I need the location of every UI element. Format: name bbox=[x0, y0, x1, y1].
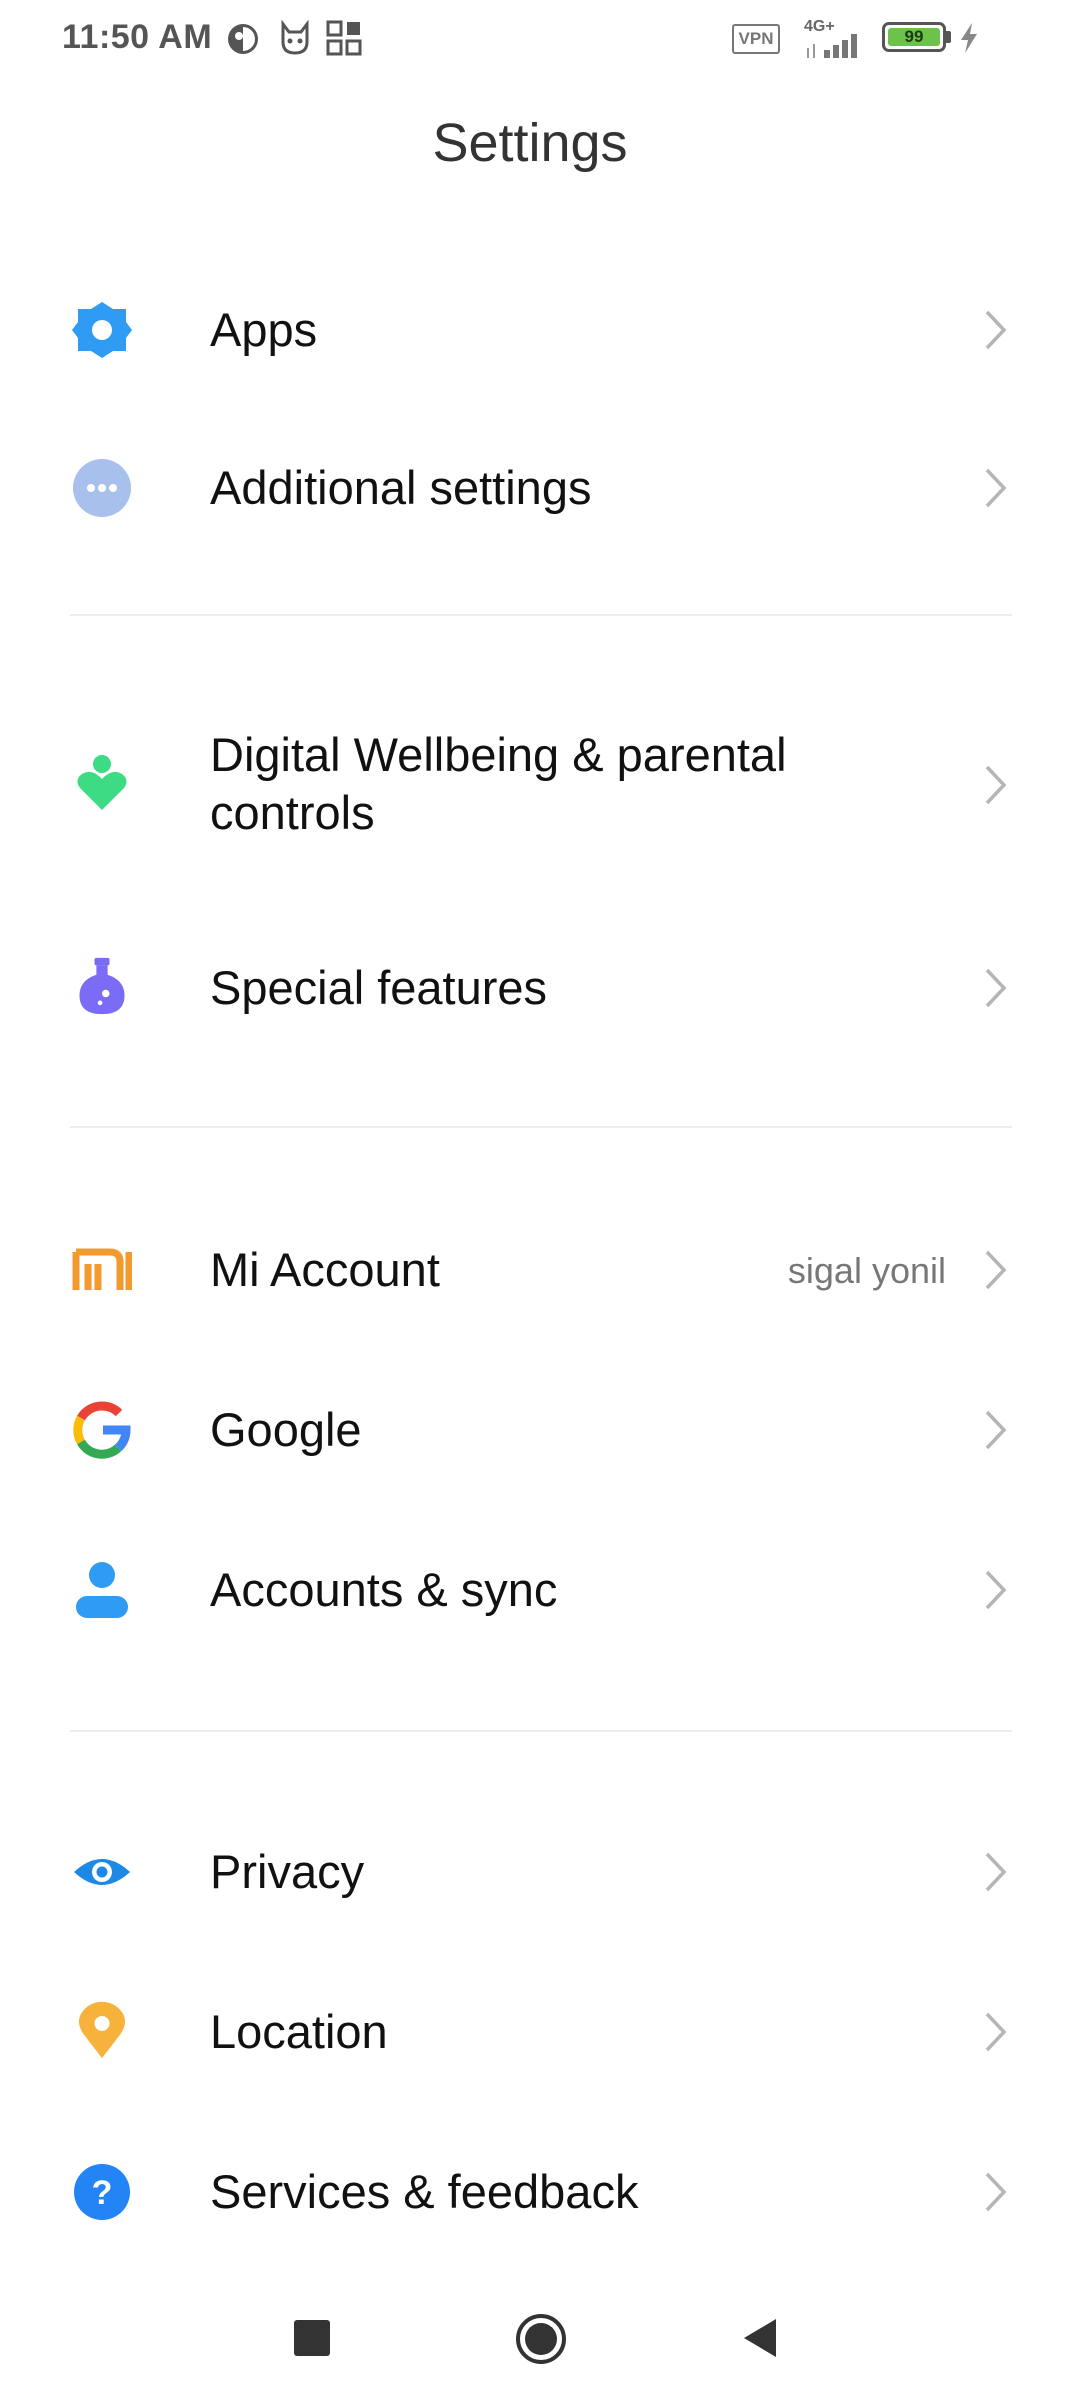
settings-item-label: Additional settings bbox=[210, 461, 592, 514]
chevron-right-icon bbox=[985, 1852, 1007, 1892]
settings-item-google[interactable]: Google bbox=[0, 1370, 1080, 1490]
status-bar: 11:50 AM VPN 4G+ 99 bbox=[0, 0, 1080, 80]
chevron-right-icon bbox=[985, 468, 1007, 508]
battery-icon: 99 bbox=[882, 22, 946, 52]
status-icons: VPN 4G+ 99 bbox=[732, 18, 1022, 62]
settings-item-label-line2: controls bbox=[210, 786, 375, 839]
status-time: 11:50 AM bbox=[62, 18, 213, 56]
mi-account-username: sigal yonil bbox=[787, 1250, 946, 1291]
eye-icon bbox=[74, 1859, 130, 1885]
location-pin-icon bbox=[78, 2001, 126, 2059]
section-divider bbox=[70, 614, 1012, 616]
chevron-right-icon bbox=[985, 1250, 1007, 1290]
back-button[interactable] bbox=[740, 2316, 780, 2360]
signal-icon bbox=[807, 34, 857, 58]
settings-item-accounts-sync[interactable]: Accounts & sync bbox=[0, 1530, 1080, 1650]
settings-item-special-features[interactable]: Special features bbox=[0, 928, 1080, 1048]
apps-grid-icon bbox=[326, 20, 362, 56]
vpn-icon: VPN bbox=[732, 24, 780, 54]
settings-item-label: Apps bbox=[210, 303, 318, 356]
settings-item-privacy[interactable]: Privacy bbox=[0, 1812, 1080, 1932]
battery-level: 99 bbox=[888, 28, 940, 46]
settings-item-label: Mi Account bbox=[210, 1243, 440, 1296]
chevron-right-icon bbox=[985, 1570, 1007, 1610]
cat-face-icon bbox=[281, 20, 309, 55]
chevron-right-icon bbox=[985, 968, 1007, 1008]
settings-item-digital-wellbeing[interactable]: Digital Wellbeing & parental controls bbox=[0, 710, 1080, 860]
settings-item-additional[interactable]: Additional settings bbox=[0, 428, 1080, 548]
settings-item-label-line1: Digital Wellbeing & parental bbox=[210, 728, 787, 781]
more-dots-icon bbox=[73, 459, 131, 517]
page-title: Settings bbox=[432, 113, 628, 173]
google-g-icon bbox=[73, 1401, 131, 1459]
gear-icon bbox=[72, 302, 132, 358]
heart-person-icon bbox=[77, 755, 127, 810]
settings-item-label: Google bbox=[210, 1403, 362, 1456]
flask-icon bbox=[79, 957, 125, 1015]
chevron-right-icon bbox=[985, 2172, 1007, 2212]
chevron-right-icon bbox=[985, 1410, 1007, 1450]
settings-item-label: Privacy bbox=[210, 1845, 365, 1898]
settings-item-location[interactable]: Location bbox=[0, 1972, 1080, 2092]
chevron-right-icon bbox=[985, 765, 1007, 805]
settings-item-label: Services & feedback bbox=[210, 2165, 639, 2218]
settings-item-apps[interactable]: Apps bbox=[0, 270, 1080, 390]
mi-logo-icon bbox=[72, 1248, 132, 1290]
navigation-bar bbox=[0, 2280, 1080, 2400]
settings-item-label: Accounts & sync bbox=[210, 1563, 558, 1616]
recent-apps-button[interactable] bbox=[294, 2320, 330, 2356]
section-divider bbox=[70, 1730, 1012, 1732]
chevron-right-icon bbox=[985, 2012, 1007, 2052]
brightness-icon bbox=[228, 24, 258, 54]
charging-icon bbox=[961, 23, 977, 53]
settings-item-label: Special features bbox=[210, 961, 548, 1014]
person-icon bbox=[76, 1562, 128, 1618]
chevron-right-icon bbox=[985, 310, 1007, 350]
settings-item-mi-account[interactable]: Mi Account sigal yonil bbox=[0, 1210, 1080, 1330]
settings-item-services-feedback[interactable]: ? Services & feedback bbox=[0, 2132, 1080, 2252]
home-button[interactable] bbox=[514, 2312, 568, 2366]
help-icon: ? bbox=[74, 2164, 130, 2220]
section-divider bbox=[70, 1126, 1012, 1128]
svg-text:?: ? bbox=[92, 2174, 113, 2212]
settings-item-label: Location bbox=[210, 2005, 388, 2058]
